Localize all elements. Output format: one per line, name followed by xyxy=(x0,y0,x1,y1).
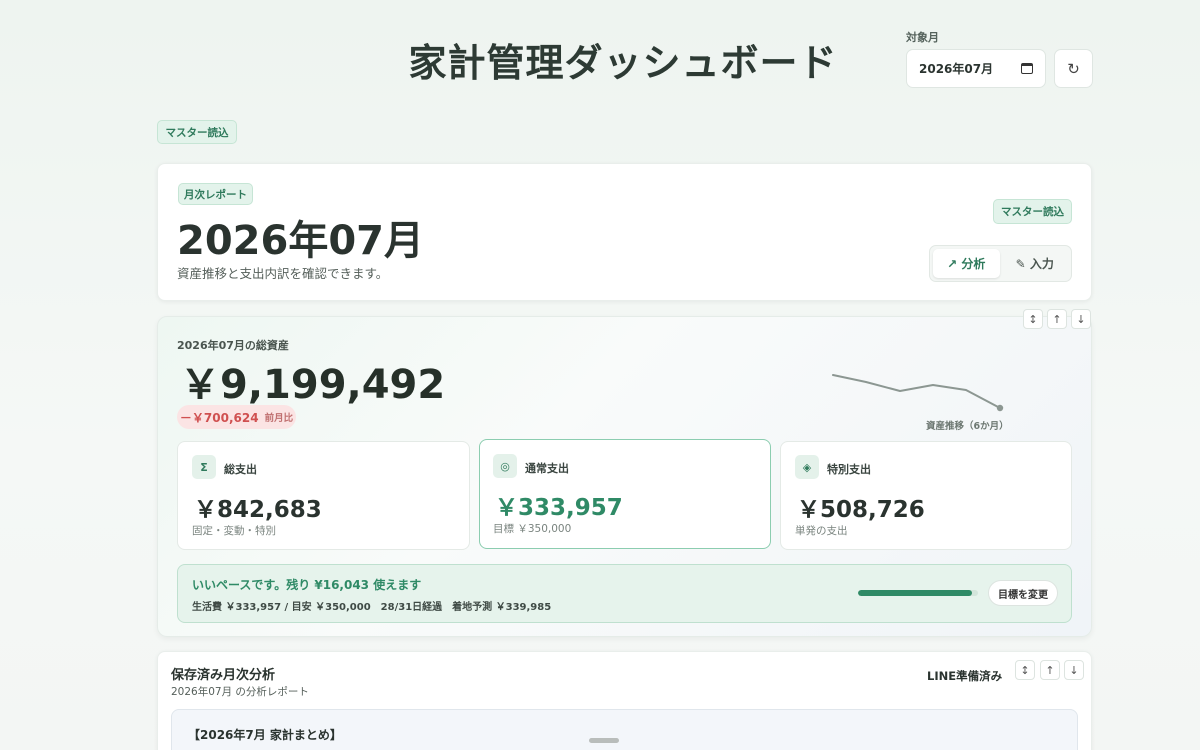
stat-title: 総支出 xyxy=(224,463,257,476)
arrow-down-icon: ↓ xyxy=(1076,312,1086,326)
stat-title: 特別支出 xyxy=(827,463,871,476)
view-tabs: ↗ 分析 ✎ 入力 xyxy=(929,245,1072,282)
reorder-button[interactable]: ↕ xyxy=(1015,660,1035,680)
asset-trend-sparkline xyxy=(832,374,1004,412)
month-diff-label: 前月比 xyxy=(264,413,294,424)
month-label: 対象月 xyxy=(906,31,939,44)
pace-details: 生活費 ￥333,957 / 目安 ￥350,000 28/31日経過 着地予測… xyxy=(192,602,552,613)
saved-analysis-subtitle: 2026年07月 の分析レポート xyxy=(171,686,309,698)
sparkline-last-point xyxy=(996,404,1004,412)
report-title: 2026年07月 xyxy=(177,218,424,264)
arrow-down-icon: ↓ xyxy=(1069,663,1079,677)
month-value: 2026年07月 xyxy=(919,62,994,76)
updown-arrow-icon: ↕ xyxy=(1020,663,1030,677)
stat-value: ￥842,683 xyxy=(194,497,322,523)
calendar-icon[interactable] xyxy=(1021,63,1033,74)
report-chip: 月次レポート xyxy=(178,183,253,205)
pace-progress-bar xyxy=(858,590,978,596)
move-down-button[interactable]: ↓ xyxy=(1064,660,1084,680)
drag-handle[interactable] xyxy=(589,738,619,743)
total-assets-label: 2026年07月の総資産 xyxy=(177,339,289,352)
trend-label: 資産推移（6か月） xyxy=(926,421,1009,432)
master-load-button[interactable]: マスター読込 xyxy=(157,120,237,144)
month-picker-input[interactable]: 2026年07月 xyxy=(906,49,1046,88)
month-diff-value: －￥700,624 xyxy=(179,410,259,425)
stat-sub: 単発の支出 xyxy=(795,525,848,537)
report-subtitle: 資産推移と支出内訳を確認できます。 xyxy=(177,266,389,281)
refresh-icon: ↻ xyxy=(1067,59,1080,78)
refresh-button[interactable]: ↻ xyxy=(1054,49,1093,88)
sparkline-line xyxy=(832,374,1001,409)
move-up-button[interactable]: ↑ xyxy=(1040,660,1060,680)
tab-input[interactable]: ✎ 入力 xyxy=(1002,249,1069,278)
target-icon: ◎ xyxy=(493,454,517,478)
master-load-button-secondary[interactable]: マスター読込 xyxy=(993,199,1072,224)
summary-title: 【2026年7月 家計まとめ】 xyxy=(188,728,342,742)
stat-sub: 固定・変動・特別 xyxy=(192,525,276,537)
arrow-up-icon: ↑ xyxy=(1045,663,1055,677)
arrow-up-icon: ↑ xyxy=(1052,312,1062,326)
reorder-button[interactable]: ↕ xyxy=(1023,309,1043,329)
total-assets-value: ￥9,199,492 xyxy=(180,362,446,408)
change-goal-button[interactable]: 目標を変更 xyxy=(988,580,1058,606)
pace-message: いいペースです。残り ¥16,043 使えます xyxy=(192,578,422,592)
pace-progress-fill xyxy=(858,590,973,596)
month-diff-badge: －￥700,624 前月比 xyxy=(177,405,296,429)
stat-title: 通常支出 xyxy=(525,462,569,475)
diamond-icon: ◈ xyxy=(795,455,819,479)
line-status: LINE準備済み xyxy=(927,669,1003,683)
move-up-button[interactable]: ↑ xyxy=(1047,309,1067,329)
stat-sub: 目標 ￥350,000 xyxy=(493,523,572,535)
updown-arrow-icon: ↕ xyxy=(1028,312,1038,326)
stat-value: ￥333,957 xyxy=(495,495,623,521)
tab-analysis[interactable]: ↗ 分析 xyxy=(933,249,1000,278)
sigma-icon: Σ xyxy=(192,455,216,479)
stat-value: ￥508,726 xyxy=(797,497,925,523)
saved-analysis-title: 保存済み月次分析 xyxy=(171,668,276,683)
move-down-button[interactable]: ↓ xyxy=(1071,309,1091,329)
